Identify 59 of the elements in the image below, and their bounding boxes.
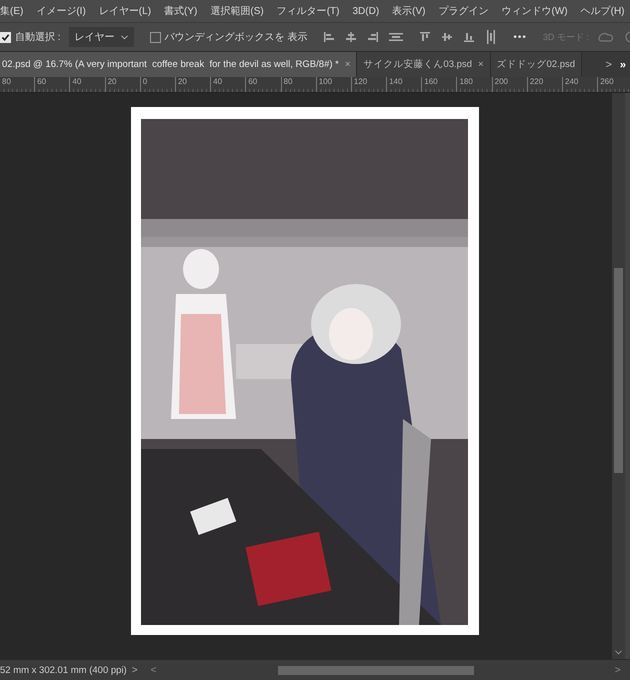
vertical-scrollbar[interactable]	[612, 93, 625, 659]
align-middle-icon[interactable]	[441, 31, 454, 43]
menu-item[interactable]: ヘルプ(H)	[580, 4, 625, 18]
ruler-label: 180	[459, 77, 473, 86]
menu-item[interactable]: 3D(D)	[352, 6, 380, 16]
align-right-icon[interactable]	[367, 31, 380, 43]
menu-item[interactable]: 選択範囲(S)	[210, 4, 264, 18]
menu-item[interactable]: 表示(V)	[392, 4, 426, 18]
align-center-icon[interactable]	[345, 31, 358, 43]
more-button[interactable]: •••	[513, 32, 527, 42]
document-tab[interactable]: サイクル安藤くん03.psd ×	[357, 52, 491, 77]
ruler-label: 20	[108, 77, 116, 86]
ruler-label: 160	[424, 77, 438, 86]
ruler-label: 260	[600, 77, 614, 86]
distribute-icon[interactable]	[389, 31, 404, 43]
document-tab[interactable]: ズドドッグ02.psd	[490, 52, 582, 77]
ruler-label: 60	[37, 77, 46, 86]
ruler-label: 140	[389, 77, 402, 86]
scroll-left-arrow[interactable]: <	[150, 664, 156, 676]
layer-dropdown[interactable]: レイヤー	[68, 27, 134, 47]
scrollbar-thumb[interactable]	[614, 268, 623, 473]
align-top-icon[interactable]	[419, 31, 432, 43]
align-left-icon[interactable]	[323, 31, 336, 43]
ruler-label: 40	[72, 77, 82, 86]
checkbox-label: バウンディングボックスを 表示	[164, 30, 308, 44]
tab-overflow-button[interactable]: >	[601, 52, 616, 77]
document-tab[interactable]: 02.psd @ 16.7% (A very important coffee break for the devil as well, RGB/8#) * ×	[0, 52, 358, 77]
ruler-label: 20	[178, 77, 187, 86]
menu-item[interactable]: プラグイン	[438, 4, 489, 18]
ruler-label: 120	[354, 77, 368, 86]
menu-item[interactable]: フィルター(T)	[276, 4, 340, 18]
ruler-label: 40	[213, 77, 222, 86]
ruler-label: 240	[565, 77, 578, 86]
menu-item[interactable]: 集(E)	[0, 4, 24, 18]
ruler-label: 80	[2, 77, 11, 86]
chevron-icon	[120, 34, 128, 40]
checkbox[interactable]	[150, 32, 161, 42]
horizontal-scrollbar[interactable]: < >	[150, 664, 621, 676]
scrollbar-thumb[interactable]	[278, 666, 474, 674]
menu-item[interactable]: ウィンドウ(W)	[502, 4, 568, 18]
ruler-label: 200	[494, 77, 508, 86]
menu-item[interactable]: レイヤー(L)	[98, 4, 152, 18]
ruler-label: 100	[318, 77, 332, 86]
align-bottom-icon[interactable]	[463, 31, 476, 43]
status-menu-arrow[interactable]: >	[126, 664, 143, 676]
close-icon[interactable]: ×	[344, 59, 350, 70]
chevron-icon[interactable]	[615, 650, 622, 655]
checkbox-label: 自動選択 :	[15, 31, 61, 44]
tab-overflow-button[interactable]: »	[616, 52, 630, 77]
menu-item[interactable]: イメージ(I)	[36, 4, 86, 18]
ruler-label: 220	[530, 77, 544, 86]
ruler-label: 0	[142, 77, 148, 86]
ruler-label: 60	[248, 77, 258, 86]
scroll-right-arrow[interactable]: >	[614, 664, 621, 676]
document-info: 52 mm x 302.01 mm (400 ppi)	[0, 664, 127, 676]
distribute-vertical-icon[interactable]	[485, 30, 498, 44]
ruler-label: 80	[284, 77, 292, 86]
close-icon[interactable]: ×	[478, 59, 484, 70]
menu-item[interactable]: 書式(Y)	[164, 4, 198, 18]
